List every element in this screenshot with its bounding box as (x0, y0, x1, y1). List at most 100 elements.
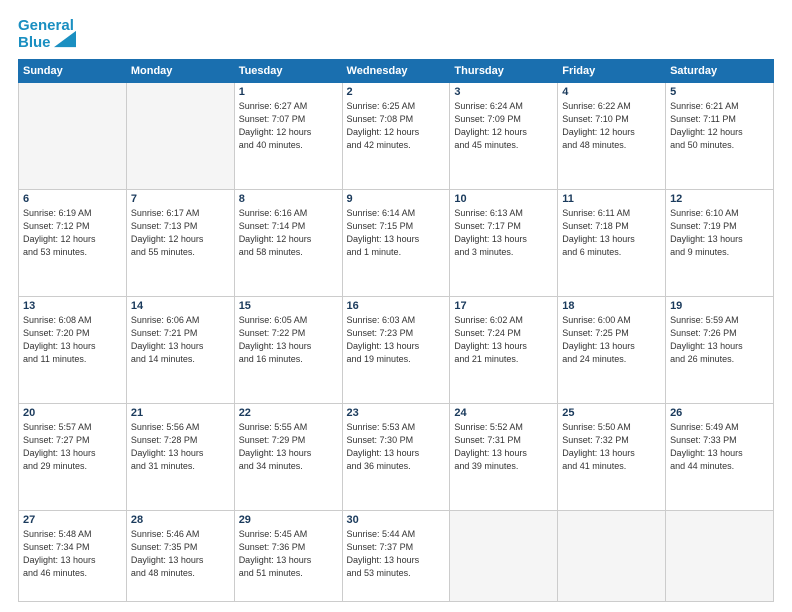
logo-blue: Blue (18, 35, 51, 52)
weekday-tuesday: Tuesday (234, 60, 342, 83)
day-number: 9 (347, 193, 446, 205)
calendar-cell: 19 Sunrise: 5:59 AM Sunset: 7:26 PM Dayli… (666, 296, 774, 403)
day-info: Sunrise: 6:06 AM Sunset: 7:21 PM Dayligh… (131, 314, 230, 366)
day-info: Sunrise: 5:50 AM Sunset: 7:32 PM Dayligh… (562, 421, 661, 473)
day-info: Sunrise: 6:13 AM Sunset: 7:17 PM Dayligh… (454, 207, 553, 259)
day-number: 25 (562, 407, 661, 419)
calendar-cell: 8 Sunrise: 6:16 AM Sunset: 7:14 PM Daylig… (234, 189, 342, 296)
calendar-cell: 6 Sunrise: 6:19 AM Sunset: 7:12 PM Daylig… (19, 189, 127, 296)
day-number: 22 (239, 407, 338, 419)
weekday-monday: Monday (126, 60, 234, 83)
day-number: 19 (670, 300, 769, 312)
calendar-cell: 27 Sunrise: 5:48 AM Sunset: 7:34 PM Dayli… (19, 510, 127, 601)
calendar-week-4: 27 Sunrise: 5:48 AM Sunset: 7:34 PM Dayli… (19, 510, 774, 601)
weekday-header-row: SundayMondayTuesdayWednesdayThursdayFrid… (19, 60, 774, 83)
day-info: Sunrise: 6:05 AM Sunset: 7:22 PM Dayligh… (239, 314, 338, 366)
calendar-cell: 9Sunrise: 6:14 AM Sunset: 7:15 PM Daylig… (342, 189, 450, 296)
calendar-week-3: 20 Sunrise: 5:57 AM Sunset: 7:27 PM Dayli… (19, 403, 774, 510)
calendar: SundayMondayTuesdayWednesdayThursdayFrid… (18, 59, 774, 602)
day-number: 1 (239, 86, 338, 98)
calendar-cell: 12 Sunrise: 6:10 AM Sunset: 7:19 PM Dayli… (666, 189, 774, 296)
day-number: 17 (454, 300, 553, 312)
day-number: 13 (23, 300, 122, 312)
calendar-cell: 10 Sunrise: 6:13 AM Sunset: 7:17 PM Dayli… (450, 189, 558, 296)
calendar-cell: 11 Sunrise: 6:11 AM Sunset: 7:18 PM Dayli… (558, 189, 666, 296)
day-number: 7 (131, 193, 230, 205)
logo: General Blue (18, 18, 76, 51)
calendar-cell: 23 Sunrise: 5:53 AM Sunset: 7:30 PM Dayli… (342, 403, 450, 510)
logo-icon (54, 28, 76, 50)
calendar-cell: 21Sunrise: 5:56 AM Sunset: 7:28 PM Dayli… (126, 403, 234, 510)
calendar-cell (450, 510, 558, 601)
calendar-cell: 13 Sunrise: 6:08 AM Sunset: 7:20 PM Dayli… (19, 296, 127, 403)
day-number: 4 (562, 86, 661, 98)
calendar-cell: 4 Sunrise: 6:22 AM Sunset: 7:10 PM Daylig… (558, 83, 666, 190)
day-info: Sunrise: 6:11 AM Sunset: 7:18 PM Dayligh… (562, 207, 661, 259)
day-number: 12 (670, 193, 769, 205)
calendar-cell: 7 Sunrise: 6:17 AM Sunset: 7:13 PM Daylig… (126, 189, 234, 296)
day-number: 11 (562, 193, 661, 205)
day-number: 20 (23, 407, 122, 419)
calendar-cell: 30 Sunrise: 5:44 AM Sunset: 7:37 PM Dayli… (342, 510, 450, 601)
day-info: Sunrise: 6:24 AM Sunset: 7:09 PM Dayligh… (454, 100, 553, 152)
day-info: Sunrise: 5:53 AM Sunset: 7:30 PM Dayligh… (347, 421, 446, 473)
day-info: Sunrise: 5:57 AM Sunset: 7:27 PM Dayligh… (23, 421, 122, 473)
calendar-cell: 16 Sunrise: 6:03 AM Sunset: 7:23 PM Dayli… (342, 296, 450, 403)
day-info: Sunrise: 6:02 AM Sunset: 7:24 PM Dayligh… (454, 314, 553, 366)
calendar-week-1: 6 Sunrise: 6:19 AM Sunset: 7:12 PM Daylig… (19, 189, 774, 296)
day-number: 8 (239, 193, 338, 205)
day-number: 6 (23, 193, 122, 205)
calendar-cell: 15Sunrise: 6:05 AM Sunset: 7:22 PM Dayli… (234, 296, 342, 403)
day-info: Sunrise: 6:08 AM Sunset: 7:20 PM Dayligh… (23, 314, 122, 366)
calendar-cell: 28 Sunrise: 5:46 AM Sunset: 7:35 PM Dayli… (126, 510, 234, 601)
day-info: Sunrise: 5:55 AM Sunset: 7:29 PM Dayligh… (239, 421, 338, 473)
page: General Blue SundayMondayTuesdayWednesda… (0, 0, 792, 612)
day-info: Sunrise: 6:22 AM Sunset: 7:10 PM Dayligh… (562, 100, 661, 152)
calendar-week-0: 1 Sunrise: 6:27 AM Sunset: 7:07 PM Daylig… (19, 83, 774, 190)
day-number: 10 (454, 193, 553, 205)
day-info: Sunrise: 6:10 AM Sunset: 7:19 PM Dayligh… (670, 207, 769, 259)
calendar-cell: 17 Sunrise: 6:02 AM Sunset: 7:24 PM Dayli… (450, 296, 558, 403)
day-info: Sunrise: 5:46 AM Sunset: 7:35 PM Dayligh… (131, 528, 230, 580)
day-info: Sunrise: 6:19 AM Sunset: 7:12 PM Dayligh… (23, 207, 122, 259)
calendar-week-2: 13 Sunrise: 6:08 AM Sunset: 7:20 PM Dayli… (19, 296, 774, 403)
day-number: 14 (131, 300, 230, 312)
day-number: 23 (347, 407, 446, 419)
day-info: Sunrise: 6:25 AM Sunset: 7:08 PM Dayligh… (347, 100, 446, 152)
day-number: 27 (23, 514, 122, 526)
day-info: Sunrise: 6:21 AM Sunset: 7:11 PM Dayligh… (670, 100, 769, 152)
day-number: 2 (347, 86, 446, 98)
day-number: 29 (239, 514, 338, 526)
calendar-cell: 5Sunrise: 6:21 AM Sunset: 7:11 PM Daylig… (666, 83, 774, 190)
calendar-cell: 14 Sunrise: 6:06 AM Sunset: 7:21 PM Dayli… (126, 296, 234, 403)
calendar-cell: 24Sunrise: 5:52 AM Sunset: 7:31 PM Dayli… (450, 403, 558, 510)
weekday-thursday: Thursday (450, 60, 558, 83)
day-info: Sunrise: 5:49 AM Sunset: 7:33 PM Dayligh… (670, 421, 769, 473)
calendar-cell: 3Sunrise: 6:24 AM Sunset: 7:09 PM Daylig… (450, 83, 558, 190)
day-info: Sunrise: 5:44 AM Sunset: 7:37 PM Dayligh… (347, 528, 446, 580)
day-number: 30 (347, 514, 446, 526)
day-info: Sunrise: 5:48 AM Sunset: 7:34 PM Dayligh… (23, 528, 122, 580)
day-number: 18 (562, 300, 661, 312)
day-info: Sunrise: 5:45 AM Sunset: 7:36 PM Dayligh… (239, 528, 338, 580)
calendar-cell (19, 83, 127, 190)
day-number: 24 (454, 407, 553, 419)
calendar-cell: 26Sunrise: 5:49 AM Sunset: 7:33 PM Dayli… (666, 403, 774, 510)
calendar-cell: 20 Sunrise: 5:57 AM Sunset: 7:27 PM Dayli… (19, 403, 127, 510)
day-info: Sunrise: 6:16 AM Sunset: 7:14 PM Dayligh… (239, 207, 338, 259)
calendar-cell (126, 83, 234, 190)
calendar-cell: 29 Sunrise: 5:45 AM Sunset: 7:36 PM Dayli… (234, 510, 342, 601)
day-number: 16 (347, 300, 446, 312)
weekday-sunday: Sunday (19, 60, 127, 83)
day-info: Sunrise: 6:03 AM Sunset: 7:23 PM Dayligh… (347, 314, 446, 366)
weekday-saturday: Saturday (666, 60, 774, 83)
day-info: Sunrise: 6:27 AM Sunset: 7:07 PM Dayligh… (239, 100, 338, 152)
day-info: Sunrise: 5:59 AM Sunset: 7:26 PM Dayligh… (670, 314, 769, 366)
weekday-friday: Friday (558, 60, 666, 83)
day-info: Sunrise: 6:17 AM Sunset: 7:13 PM Dayligh… (131, 207, 230, 259)
weekday-wednesday: Wednesday (342, 60, 450, 83)
calendar-cell: 2 Sunrise: 6:25 AM Sunset: 7:08 PM Daylig… (342, 83, 450, 190)
day-info: Sunrise: 5:56 AM Sunset: 7:28 PM Dayligh… (131, 421, 230, 473)
day-number: 28 (131, 514, 230, 526)
calendar-cell: 22 Sunrise: 5:55 AM Sunset: 7:29 PM Dayli… (234, 403, 342, 510)
